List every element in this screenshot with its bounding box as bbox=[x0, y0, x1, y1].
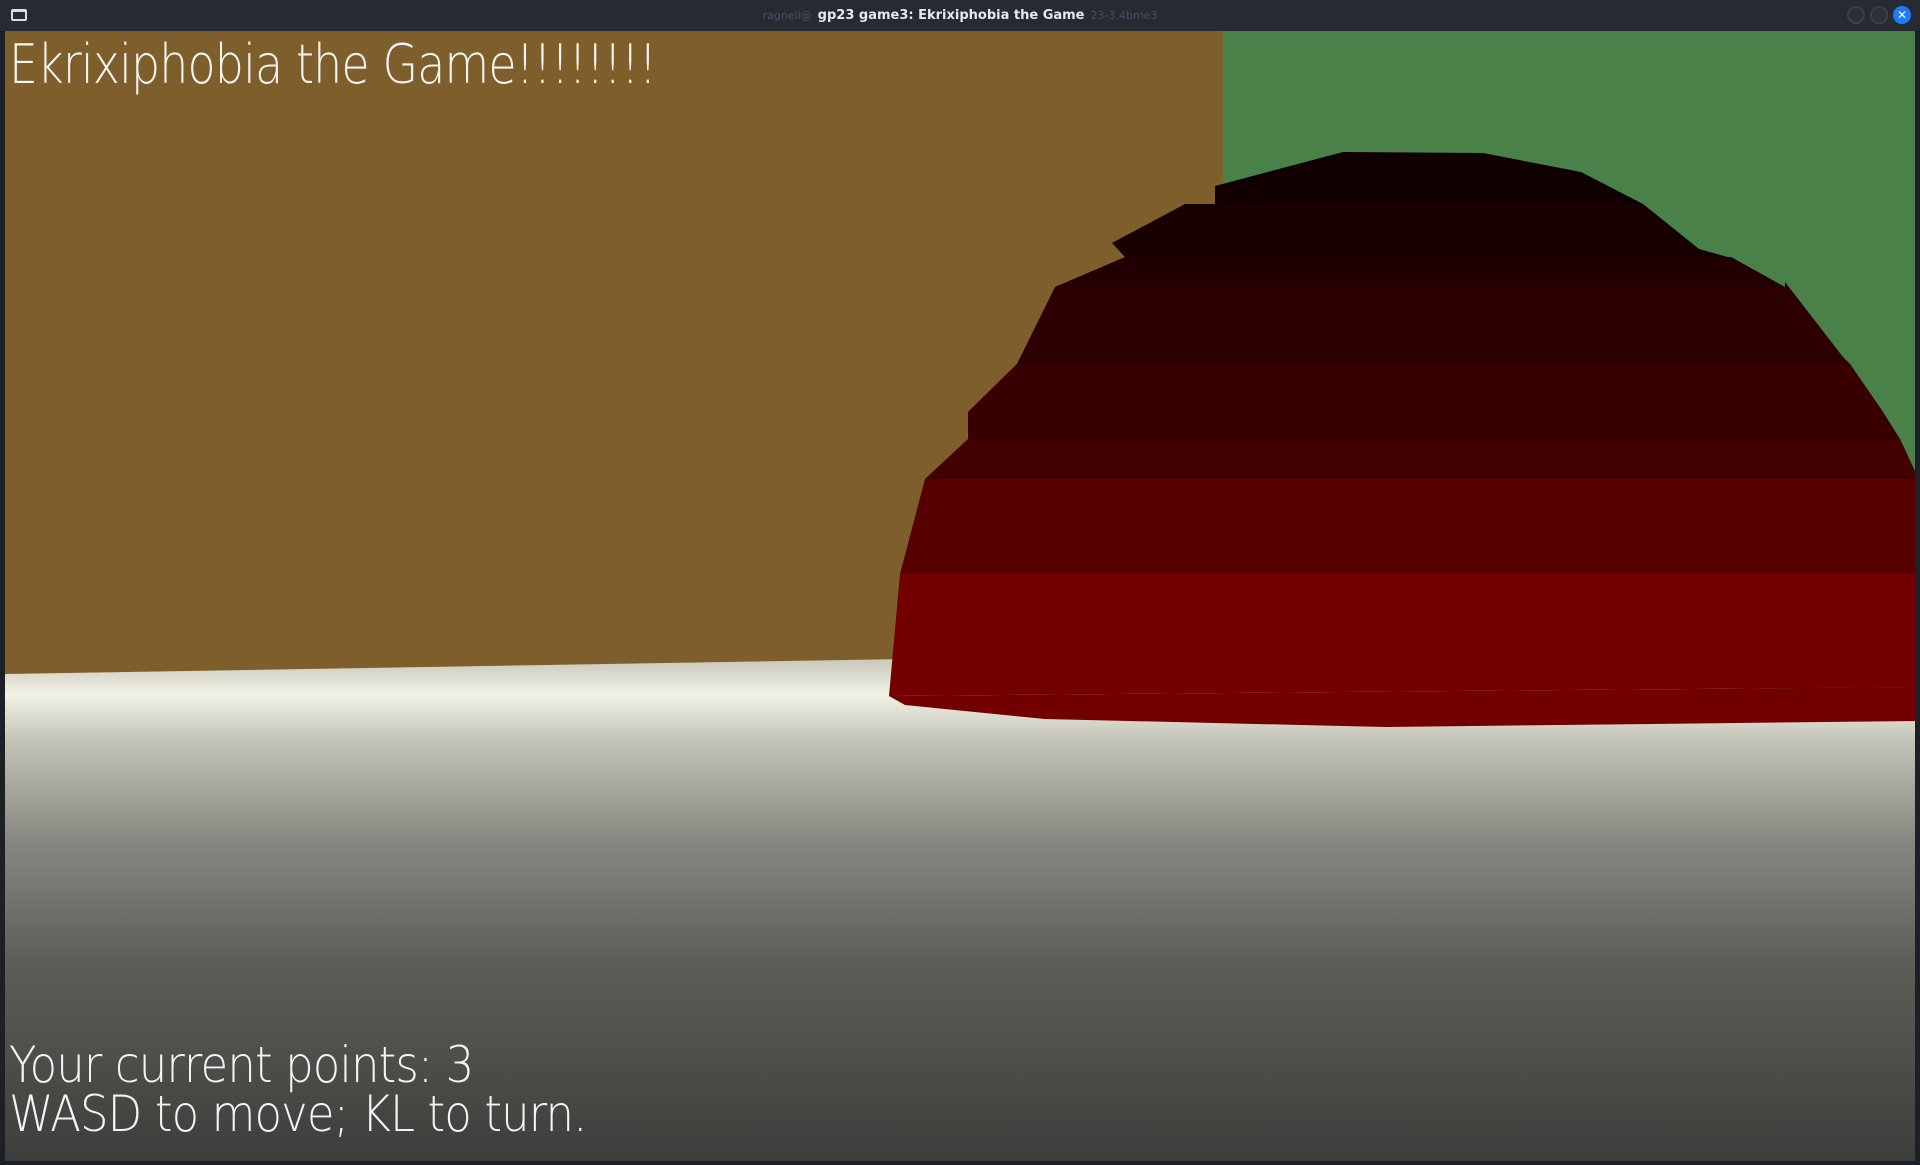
controls-hint: WASD to move; KL to turn. bbox=[9, 1085, 587, 1143]
minimize-button[interactable] bbox=[1847, 6, 1865, 24]
close-button[interactable]: ✕ bbox=[1893, 6, 1911, 24]
game-viewport[interactable]: Ekrixiphobia the Game!!!!!!!! Your curre… bbox=[5, 31, 1915, 1161]
window-titlebar[interactable]: ragnell@ gp23 game3: Ekrixiphobia the Ga… bbox=[0, 0, 1920, 32]
game-scene bbox=[5, 31, 1915, 1161]
title-ghost-left: ragnell@ bbox=[762, 9, 812, 22]
game-title-text: Ekrixiphobia the Game!!!!!!!! bbox=[9, 33, 657, 96]
title-ghost-right: 23-3.4bme3 bbox=[1090, 9, 1158, 22]
window-title: gp23 game3: Ekrixiphobia the Game bbox=[817, 8, 1085, 23]
window-title-area: ragnell@ gp23 game3: Ekrixiphobia the Ga… bbox=[0, 0, 1920, 31]
maximize-button[interactable] bbox=[1870, 6, 1888, 24]
